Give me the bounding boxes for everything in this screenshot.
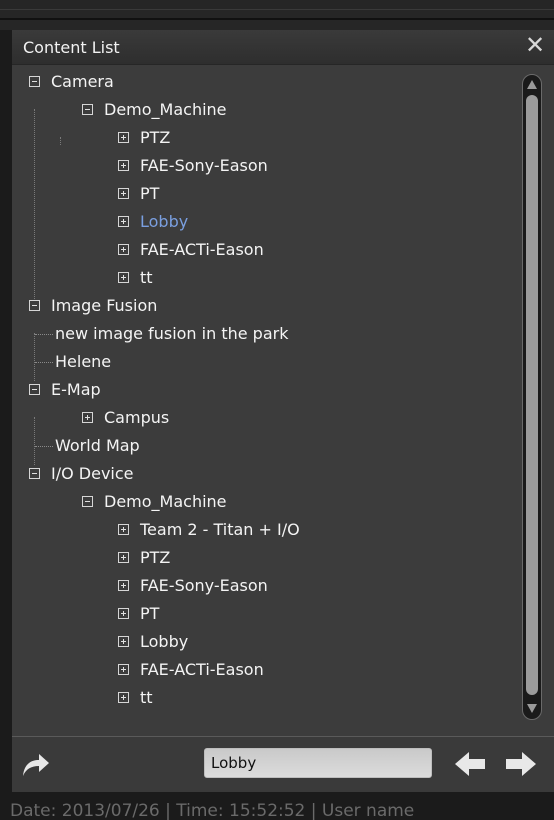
curved-arrow-icon[interactable] xyxy=(19,749,51,779)
tree-connector xyxy=(35,362,53,363)
tree-item-label: Demo_Machine xyxy=(104,100,227,119)
collapse-minus-icon[interactable] xyxy=(29,300,40,311)
tree-connector xyxy=(35,446,53,447)
tree-item[interactable]: Team 2 - Titan + I/O xyxy=(12,516,520,544)
expand-plus-icon[interactable] xyxy=(118,188,129,199)
tree-item[interactable]: Demo_Machine xyxy=(12,488,520,516)
panel-header: Content List ✕ xyxy=(12,30,554,65)
tree-item[interactable]: World Map xyxy=(12,432,520,460)
top-window-bar xyxy=(0,0,554,30)
tree-item[interactable]: Demo_Machine xyxy=(12,96,520,124)
tree-item[interactable]: Helene xyxy=(12,348,520,376)
arrow-left-icon[interactable] xyxy=(453,750,487,778)
tree-item-label: I/O Device xyxy=(51,464,134,483)
tree-item-label: tt xyxy=(140,688,153,707)
search-input[interactable] xyxy=(204,748,432,778)
expand-plus-icon[interactable] xyxy=(82,412,93,423)
tree-item-label: Camera xyxy=(51,72,114,91)
arrow-right-icon[interactable] xyxy=(504,750,538,778)
scroll-thumb[interactable] xyxy=(526,95,538,695)
tree-item-label: Image Fusion xyxy=(51,296,158,315)
collapse-minus-icon[interactable] xyxy=(29,468,40,479)
expand-plus-icon[interactable] xyxy=(118,580,129,591)
content-list-panel: Content List ✕ Camera Demo_Machine PTZ FAE-… xyxy=(12,30,554,792)
status-text: Date: 2013/07/26 | Time: 15:52:52 | User… xyxy=(10,801,415,820)
tree-item-label: FAE-ACTi-Eason xyxy=(140,240,264,259)
expand-plus-icon[interactable] xyxy=(118,636,129,647)
tree-item[interactable]: FAE-Sony-Eason xyxy=(12,152,520,180)
expand-plus-icon[interactable] xyxy=(118,132,129,143)
close-icon[interactable]: ✕ xyxy=(522,30,548,60)
tree-item[interactable]: FAE-Sony-Eason xyxy=(12,572,520,600)
tree-item-label: E-Map xyxy=(51,380,101,399)
tree-item-label: PT xyxy=(140,184,160,203)
tree-item[interactable]: E-Map xyxy=(12,376,520,404)
collapse-minus-icon[interactable] xyxy=(29,384,40,395)
tree-item[interactable]: PT xyxy=(12,600,520,628)
tree-item[interactable]: I/O Device xyxy=(12,460,520,488)
tree-item-label: World Map xyxy=(55,436,140,455)
tree-item-label: PT xyxy=(140,604,160,623)
tree-item-label: FAE-Sony-Eason xyxy=(140,576,268,595)
tree-item[interactable]: PTZ xyxy=(12,124,520,152)
expand-plus-icon[interactable] xyxy=(118,524,129,535)
tree-item-label: tt xyxy=(140,268,153,287)
tree-item[interactable]: tt xyxy=(12,684,520,712)
panel-title: Content List xyxy=(23,38,120,57)
tree-item[interactable]: FAE-ACTi-Eason xyxy=(12,656,520,684)
tree-item[interactable]: Lobby xyxy=(12,208,520,236)
tree-item[interactable]: FAE-ACTi-Eason xyxy=(12,236,520,264)
collapse-minus-icon[interactable] xyxy=(82,496,93,507)
tree-item[interactable]: Campus xyxy=(12,404,520,432)
expand-plus-icon[interactable] xyxy=(118,608,129,619)
tree-item-label: PTZ xyxy=(140,128,171,147)
tree-item-label: new image fusion in the park xyxy=(55,324,289,343)
tree-item-label: Helene xyxy=(55,352,112,371)
tree-item-label: Lobby xyxy=(140,212,189,231)
expand-plus-icon[interactable] xyxy=(118,692,129,703)
tree-item-label: Campus xyxy=(104,408,170,427)
status-bar: Date: 2013/07/26 | Time: 15:52:52 | User… xyxy=(0,795,554,820)
tree-item[interactable]: Image Fusion xyxy=(12,292,520,320)
tree-item[interactable]: PTZ xyxy=(12,544,520,572)
expand-plus-icon[interactable] xyxy=(118,244,129,255)
content-tree: Camera Demo_Machine PTZ FAE-Sony-Eason PT Lob… xyxy=(12,66,520,731)
panel-footer xyxy=(12,737,554,792)
tree-scrollbar[interactable] xyxy=(522,74,542,720)
scroll-down-icon[interactable] xyxy=(527,704,537,713)
expand-plus-icon[interactable] xyxy=(118,664,129,675)
tree-connector xyxy=(35,334,53,335)
collapse-minus-icon[interactable] xyxy=(29,76,40,87)
scroll-up-icon[interactable] xyxy=(527,80,537,89)
expand-plus-icon[interactable] xyxy=(118,272,129,283)
collapse-minus-icon[interactable] xyxy=(82,104,93,115)
tree-item[interactable]: tt xyxy=(12,264,520,292)
tree-item[interactable]: Lobby xyxy=(12,628,520,656)
expand-plus-icon[interactable] xyxy=(118,160,129,171)
tree-item-label: FAE-ACTi-Eason xyxy=(140,660,264,679)
tree-item-label: FAE-Sony-Eason xyxy=(140,156,268,175)
tree-item[interactable]: PT xyxy=(12,180,520,208)
tree-item-label: Lobby xyxy=(140,632,189,651)
expand-plus-icon[interactable] xyxy=(118,552,129,563)
tree-item-label: Demo_Machine xyxy=(104,492,227,511)
tree-item[interactable]: new image fusion in the park xyxy=(12,320,520,348)
tree-item[interactable]: Camera xyxy=(12,68,520,96)
expand-plus-icon[interactable] xyxy=(118,216,129,227)
tree-item-label: Team 2 - Titan + I/O xyxy=(140,520,300,539)
tree-item-label: PTZ xyxy=(140,548,171,567)
